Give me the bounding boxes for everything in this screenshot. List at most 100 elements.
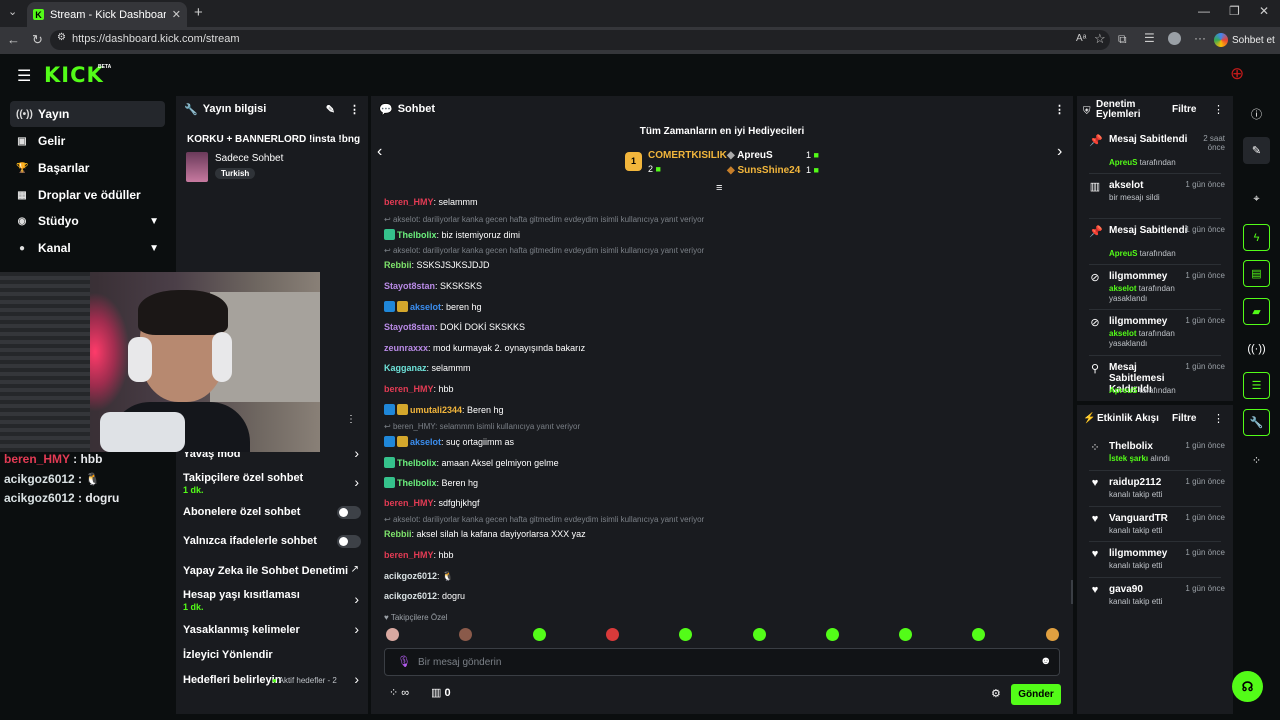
more-icon[interactable]: ⋮ [349,103,360,116]
back-icon[interactable]: ← [7,32,20,47]
setting-raid[interactable]: İzleyici Yönlendir [183,649,273,661]
stream-tag[interactable]: Turkish [215,168,256,179]
setting-banned-words[interactable]: Yasaklanmış kelimeler [183,624,300,636]
reload-icon[interactable]: ↻ [32,32,43,48]
emote-icon[interactable] [899,628,913,641]
channel-points[interactable]: ⁘ ∞ [389,686,409,699]
sidebar-item-basarilar[interactable]: 🏆 Başarılar [10,155,165,181]
sidebar-item-studyo[interactable]: ◉ Stüdyo ▼ [10,208,165,234]
chevron-right-icon[interactable]: › [354,445,359,461]
category-thumbnail[interactable] [186,152,208,182]
chevron-right-icon[interactable]: › [1057,143,1062,161]
filter-button[interactable]: Filtre [1172,413,1196,424]
chevron-right-icon[interactable]: › [354,591,359,607]
read-aloud-icon[interactable]: Aᵃ [1076,33,1086,44]
browser-tab[interactable]: K Stream - Kick Dashboard ✕ [27,2,187,27]
external-link-icon[interactable]: ↗ [351,564,359,575]
emote-icon[interactable] [386,628,399,641]
chat-scrollbar[interactable] [1071,580,1073,604]
more-icon[interactable]: ⋮ [346,414,356,425]
setting-ai-moderation[interactable]: Yapay Zeka ile Sohbet Denetimi [183,565,348,577]
stream-category[interactable]: Sadece Sohbet [215,153,283,164]
favorite-star-icon[interactable]: ☆ [1094,31,1106,47]
emote-icon[interactable] [1045,628,1059,641]
gifter-3[interactable]: ◆ SunsShine24 [727,165,800,176]
gifter-2[interactable]: ◆ ApreuS [727,150,773,161]
chat-username[interactable]: akselot [410,302,441,312]
more-icon[interactable]: ⋮ [1054,103,1065,116]
chat-username[interactable]: zeunraxxx [384,343,428,353]
sidebar-item-kanal[interactable]: ● Kanal ▼ [10,235,165,261]
chat-username[interactable]: Thelbolix [397,230,437,240]
filter-button[interactable]: Filtre [1172,104,1196,115]
emote-picker-icon[interactable]: ☻ [1040,655,1052,667]
wrench-icon[interactable]: 🔧 [1243,409,1270,436]
close-tab-icon[interactable]: ✕ [172,8,181,21]
broadcast-icon[interactable]: ((·)) [1243,335,1270,362]
layout-icon[interactable]: ☰ [1243,372,1270,399]
chat-username[interactable]: beren_HMY [384,498,434,508]
setting-goals[interactable]: Hedefleri belirleyin [183,674,281,686]
favorites-icon[interactable]: ☰ [1144,31,1155,45]
more-icon[interactable]: ⋮ [1213,412,1224,425]
chat-username[interactable]: Thelbolix [397,458,437,468]
bolt-icon[interactable]: ϟ [1243,224,1270,251]
edit-icon[interactable]: ✎ [326,103,335,116]
emote-icon[interactable] [459,628,473,641]
chat-icon[interactable]: ▰ [1243,298,1270,325]
chevron-right-icon[interactable]: › [354,474,359,490]
screenshot-icon[interactable]: ⌖ [1243,186,1270,213]
more-icon[interactable]: ··· [1194,31,1206,45]
subscribers-only-toggle[interactable] [337,506,361,519]
url-field[interactable]: ⚙ https://dashboard.kick.com/stream [50,30,1110,50]
sidebar-item-gelir[interactable]: ▣ Gelir [10,128,165,154]
emote-icon[interactable] [679,628,693,641]
chat-username[interactable]: Stayot8stan [384,322,435,332]
help-button[interactable]: ☊ [1232,671,1263,702]
emote-icon[interactable] [972,628,986,641]
kick-logo[interactable]: KICK [44,63,104,87]
chevron-right-icon[interactable]: › [354,621,359,637]
note-icon[interactable]: ▤ [1243,260,1270,287]
chat-username[interactable]: akselot [410,437,441,447]
chat-username[interactable]: Rebbii [384,260,412,270]
chevron-left-icon[interactable]: ‹ [377,143,382,161]
chat-username[interactable]: beren_HMY [384,197,434,207]
setting-account-age[interactable]: Hesap yaşı kısıtlaması 1 dk. [183,589,300,612]
info-icon[interactable]: ⓘ [1243,100,1270,127]
minimize-icon[interactable]: — [1198,4,1210,18]
microphone-icon[interactable]: 🎙 [397,655,411,668]
chat-username[interactable]: Rebbii [384,529,412,539]
close-window-icon[interactable]: ✕ [1259,4,1269,18]
chat-username[interactable]: acikgoz6012 [384,571,437,581]
more-icon[interactable]: ⋮ [1213,103,1224,116]
chat-input[interactable]: 🎙 Bir mesaj gönderin ☻ [384,648,1060,676]
emote-icon[interactable] [752,628,766,641]
setting-followers-only[interactable]: Takipçilere özel sohbet 1 dk. [183,472,303,495]
chat-username[interactable]: acikgoz6012 [384,591,437,601]
emote-icon[interactable] [825,628,839,641]
sidebar-item-droplar[interactable]: ▦ Droplar ve ödüller [10,182,165,208]
channel-avatar[interactable]: ⊕ [1230,64,1244,84]
chat-username[interactable]: Thelbolix [397,478,437,488]
copilot-button[interactable]: Sohbet et [1214,30,1275,50]
sidebar-item-yayin[interactable]: ((•)) Yayın [10,101,165,127]
maximize-icon[interactable]: ❐ [1229,4,1240,18]
chat-username[interactable]: beren_HMY [384,550,434,560]
send-button[interactable]: Gönder [1011,684,1061,705]
chat-username[interactable]: Kagganaz [384,363,427,373]
site-info-icon[interactable]: ⚙ [57,32,66,43]
collapse-icon[interactable]: ≡ [716,182,722,194]
top-gifter-name[interactable]: COMERTKISILIK [648,150,727,161]
chevron-right-icon[interactable]: › [354,671,359,687]
new-tab-icon[interactable]: + [194,4,203,21]
chat-username[interactable]: beren_HMY [384,384,434,394]
profile-avatar[interactable] [1168,32,1181,45]
tab-list-icon[interactable]: ⌄ [8,5,17,18]
coins-icon[interactable]: ⁘ [1243,447,1270,474]
menu-icon[interactable]: ☰ [17,66,31,86]
store[interactable]: ▥ 0 [431,686,451,699]
extensions-icon[interactable]: ⧉ [1118,32,1127,47]
emote-icon[interactable] [532,628,546,641]
emotes-only-toggle[interactable] [337,535,361,548]
